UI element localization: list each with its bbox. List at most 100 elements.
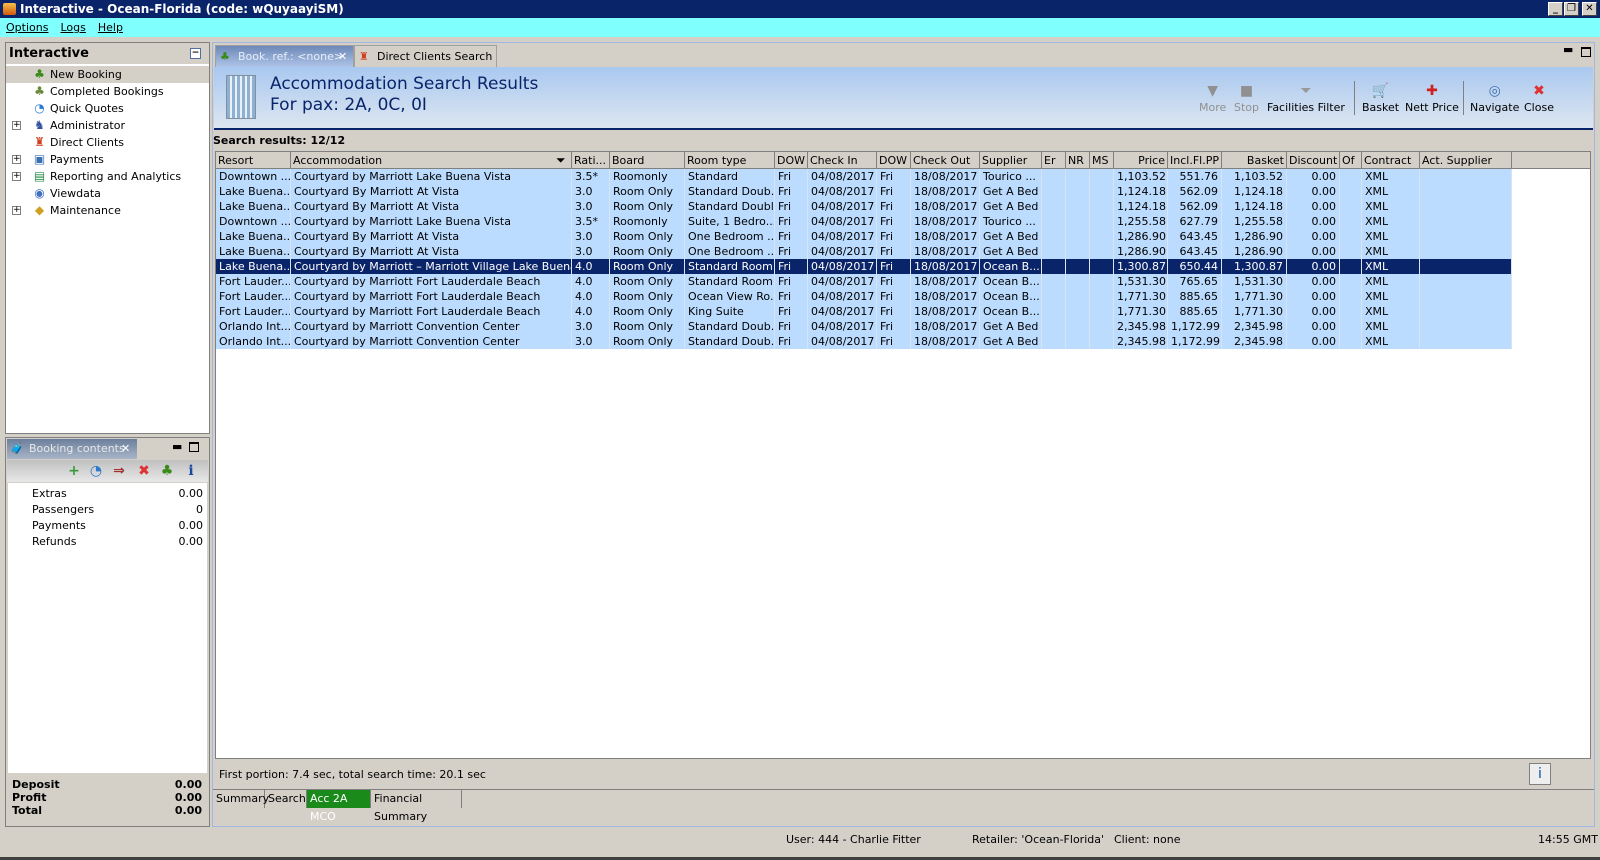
expand-icon[interactable]: + [12, 121, 21, 130]
column-header-accommodation[interactable]: Accommodation [291, 152, 572, 169]
expand-icon[interactable]: + [12, 155, 21, 164]
minimize-panel-icon[interactable]: ▬ [1563, 43, 1573, 56]
sidebar-item-payments[interactable]: + ▣ Payments [6, 151, 209, 168]
column-header-check-out[interactable]: Check Out [911, 152, 980, 169]
bottom-tab-summary[interactable]: Summary [213, 790, 269, 808]
info-button[interactable]: i [1529, 763, 1551, 785]
row-label: Payments [32, 519, 86, 532]
more-button[interactable]: ▼ More [1199, 81, 1226, 114]
table-row[interactable]: Lake Buena... Courtyard By Marriott At Vi… [216, 184, 1512, 199]
nett-price-button[interactable]: ✚ Nett Price [1405, 81, 1459, 114]
column-header-basket[interactable]: Basket [1222, 152, 1287, 169]
bottom-tab-acc-2a-mco[interactable]: Acc 2A MCO [307, 790, 371, 823]
column-header-check-in[interactable]: Check In [808, 152, 877, 169]
filter-icon[interactable]: ⏷ [556, 152, 566, 169]
column-header-of[interactable]: Of [1340, 152, 1362, 169]
column-header-price[interactable]: Price [1114, 152, 1168, 169]
column-header-incl-fl-pp[interactable]: Incl.Fl.PP [1168, 152, 1222, 169]
table-row[interactable]: Lake Buena... Courtyard By Marriott At Vi… [216, 229, 1512, 244]
sidebar-item-administrator[interactable]: + ♞ Administrator [6, 117, 209, 134]
maximize-panel-icon[interactable] [189, 442, 199, 452]
tab-direct-clients-search[interactable]: ♜ Direct Clients Search [354, 45, 497, 67]
menu-help[interactable]: Help [92, 18, 129, 37]
booking-toolbar: + ◔ ⇒ ✖ ♣ i [7, 460, 208, 482]
expand-icon[interactable]: + [12, 172, 21, 181]
tab-booking[interactable]: ♣ Book. ref.: <none> ✕ [215, 45, 354, 67]
maximize-panel-icon[interactable] [1581, 47, 1591, 57]
table-row[interactable]: Orlando Int... Courtyard by Marriott Conv… [216, 319, 1512, 334]
table-cell: Lake Buena... [216, 229, 291, 244]
column-header-dow[interactable]: DOW [877, 152, 911, 169]
column-header-rati[interactable]: Rati... [572, 152, 610, 169]
table-cell: Fri [775, 244, 808, 259]
refresh-icon[interactable]: ◔ [87, 462, 105, 480]
menu-options[interactable]: Options [0, 18, 54, 37]
palm-tree-icon[interactable]: ♣ [158, 462, 176, 480]
bottom-tab-search[interactable]: Search [265, 790, 307, 808]
table-cell [1066, 274, 1090, 289]
table-cell: Courtyard By Marriott At Vista [291, 229, 572, 244]
table-cell: XML [1362, 259, 1420, 274]
table-cell: Standard Doub... [685, 334, 775, 349]
table-cell: Fri [877, 289, 911, 304]
table-cell: Room Only [610, 289, 685, 304]
table-row[interactable]: Fort Lauder... Courtyard by Marriott Fort… [216, 289, 1512, 304]
bottom-tab-financial-summary[interactable]: Financial Summary [371, 790, 462, 823]
close-tab-icon[interactable]: ✕ [338, 46, 347, 68]
sidebar-item-quick-quotes[interactable]: ◔ Quick Quotes [6, 100, 209, 117]
sidebar-item-completed-bookings[interactable]: ♣ Completed Bookings [6, 83, 209, 100]
column-header-act-supplier[interactable]: Act. Supplier [1420, 152, 1512, 169]
navigate-button[interactable]: ◎ Navigate [1470, 81, 1519, 114]
delete-icon[interactable]: ✖ [135, 462, 153, 480]
table-row[interactable]: Lake Buena... Courtyard By Marriott At Vi… [216, 244, 1512, 259]
minimize-button[interactable]: _ [1548, 2, 1563, 16]
basket-button[interactable]: 🛒 Basket [1362, 81, 1399, 114]
sidebar-item-reporting-and-analytics[interactable]: + ▤ Reporting and Analytics [6, 168, 209, 185]
stop-button[interactable]: ■ Stop [1234, 81, 1259, 114]
close-tab-icon[interactable]: ✕ [121, 439, 130, 459]
column-header-resort[interactable]: Resort [216, 152, 291, 169]
column-header-room-type[interactable]: Room type [685, 152, 775, 169]
column-header-discount[interactable]: Discount [1287, 152, 1340, 169]
table-row[interactable]: Lake Buena... Courtyard By Marriott At Vi… [216, 199, 1512, 214]
basket-transfer-icon[interactable]: ⇒ [110, 462, 128, 480]
table-row[interactable]: Orlando Int... Courtyard by Marriott Conv… [216, 334, 1512, 349]
table-cell: King Suite [685, 304, 775, 319]
close-window-button[interactable]: ✕ [1582, 2, 1597, 16]
table-cell: Standard Doub... [685, 319, 775, 334]
table-row[interactable]: Fort Lauder... Courtyard by Marriott Fort… [216, 274, 1512, 289]
column-header-supplier[interactable]: Supplier [980, 152, 1042, 169]
column-header-ms[interactable]: MS [1090, 152, 1114, 169]
close-button[interactable]: ✖ Close [1524, 81, 1554, 114]
table-cell [1090, 184, 1114, 199]
facilities-filter-button[interactable]: ⏷ Facilities Filter [1267, 81, 1345, 114]
column-header-board[interactable]: Board [610, 152, 685, 169]
sidebar-item-new-booking[interactable]: ♣ New Booking [6, 66, 209, 83]
sidebar-item-direct-clients[interactable]: ♜ Direct Clients [6, 134, 209, 151]
total-value: 0.00 [174, 791, 202, 804]
table-row[interactable]: Lake Buena... Courtyard by Marriott – Mar… [216, 259, 1512, 274]
toolbar-separator [1354, 81, 1355, 115]
column-header-contract[interactable]: Contract [1362, 152, 1420, 169]
globe-icon: ◉ [34, 186, 45, 200]
sidebar-item-label: Administrator [50, 119, 125, 132]
table-cell: Room Only [610, 184, 685, 199]
minimize-panel-icon[interactable]: ▬ [172, 440, 182, 453]
column-header-nr[interactable]: NR [1066, 152, 1090, 169]
table-row[interactable]: Downtown ... Courtyard by Marriott Lake B… [216, 169, 1512, 184]
menu-logs[interactable]: Logs [54, 18, 91, 37]
table-row[interactable]: Fort Lauder... Courtyard by Marriott Fort… [216, 304, 1512, 319]
column-header-er[interactable]: Er [1042, 152, 1066, 169]
booking-contents-tab[interactable]: 🧳 Booking contents ✕ [7, 439, 137, 459]
maximize-button[interactable]: ❐ [1564, 2, 1579, 16]
add-icon[interactable]: + [65, 462, 83, 480]
table-cell: Courtyard by Marriott Fort Lauderdale Be… [291, 274, 572, 289]
table-cell [1420, 304, 1512, 319]
column-header-dow[interactable]: DOW [775, 152, 808, 169]
table-row[interactable]: Downtown ... Courtyard by Marriott Lake B… [216, 214, 1512, 229]
expand-icon[interactable]: + [12, 206, 21, 215]
sidebar-item-maintenance[interactable]: + ◆ Maintenance [6, 202, 209, 219]
collapse-icon[interactable]: − [190, 48, 201, 59]
sidebar-item-viewdata[interactable]: ◉ Viewdata [6, 185, 209, 202]
info-icon[interactable]: i [182, 462, 200, 480]
